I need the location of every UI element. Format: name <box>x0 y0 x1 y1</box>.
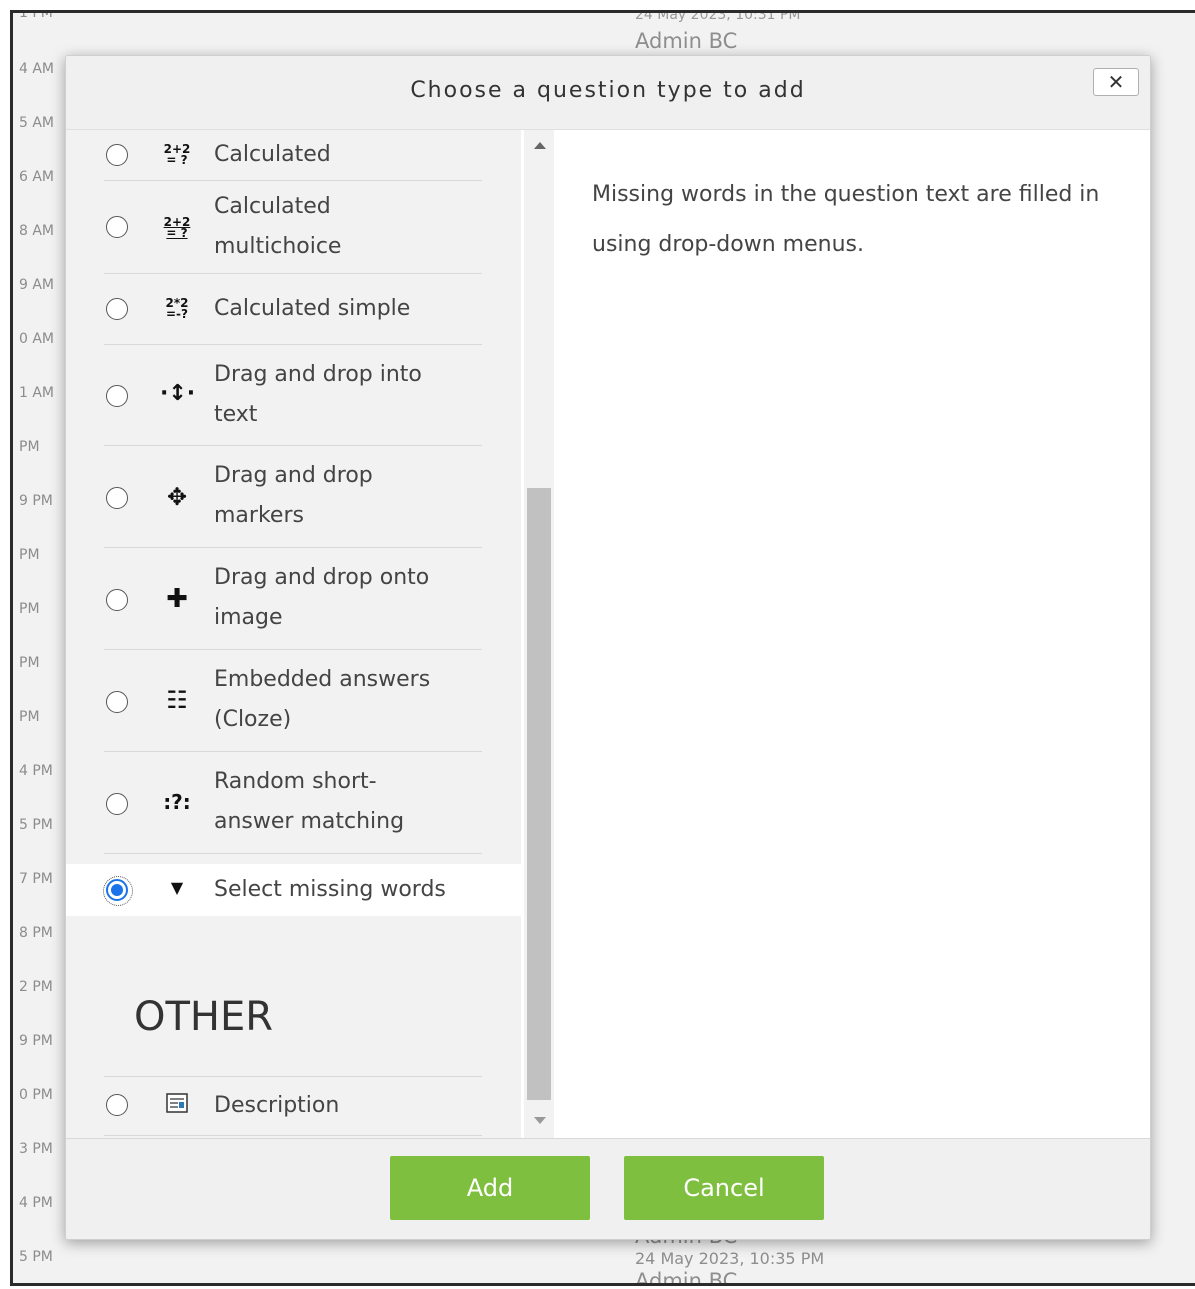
option-description[interactable]: Description <box>104 1076 482 1136</box>
drag-drop-markers-icon: ✥ <box>166 483 188 511</box>
option-label: Select missing words <box>214 877 446 902</box>
option-drag-drop-markers[interactable]: ✥ Drag and drop markers <box>104 446 482 548</box>
radio-embedded-answers[interactable] <box>106 691 128 713</box>
drag-drop-image-icon: ✚ <box>166 584 188 614</box>
screen-frame: 1 PM 4 AM 5 AM 6 AM 8 AM 9 AM 0 AM 1 AM … <box>10 10 1195 1286</box>
bg-time: 9 AM <box>19 277 55 293</box>
option-label: Random short-answer matching <box>214 769 405 834</box>
scroll-up-arrow-icon[interactable] <box>534 142 546 149</box>
description-icon-graphic <box>166 1093 188 1113</box>
option-calculated[interactable]: 2+2 = ? Calculated <box>104 130 482 181</box>
bg-time: 0 AM <box>19 331 55 347</box>
bg-time: 5 AM <box>19 115 55 131</box>
bg-time: PM <box>19 547 40 563</box>
bg-time: 4 PM <box>19 1195 53 1211</box>
option-calculated-simple[interactable]: 2*2 =-? Calculated simple <box>104 274 482 345</box>
bg-top-date: 24 May 2023, 10:31 PM <box>635 10 801 23</box>
option-embedded-answers[interactable]: ☷ Embedded answers (Cloze) <box>104 650 482 752</box>
close-icon: ✕ <box>1107 70 1125 94</box>
option-calculated-multichoice[interactable]: 2+2 = ? Calculated multichoice <box>104 181 482 274</box>
bg-time: 8 PM <box>19 925 53 941</box>
radio-drag-drop-markers[interactable] <box>106 487 128 509</box>
bg-time: 1 AM <box>19 385 55 401</box>
bg-time: 1 PM <box>19 10 53 21</box>
radio-random-short-answer[interactable] <box>106 793 128 815</box>
options-scrollbar[interactable] <box>524 130 554 1138</box>
bg-time: PM <box>19 709 40 725</box>
bg-time: 7 PM <box>19 871 53 887</box>
question-type-description: Missing words in the question text are f… <box>592 182 1100 257</box>
option-label: Calculated simple <box>214 296 411 321</box>
bg-time: 4 PM <box>19 763 53 779</box>
radio-drag-drop-image[interactable] <box>106 589 128 611</box>
dialog-footer: Add Cancel <box>66 1138 1150 1239</box>
close-button[interactable]: ✕ <box>1093 68 1139 96</box>
bg-bottom-date: 24 May 2023, 10:35 PM <box>635 1249 825 1268</box>
bg-time: 5 PM <box>19 817 53 833</box>
radio-select-missing-words[interactable] <box>103 876 133 906</box>
radio-calculated-multichoice[interactable] <box>106 216 128 238</box>
bg-time: PM <box>19 601 40 617</box>
radio-calculated-simple[interactable] <box>106 298 128 320</box>
option-label: Calculated <box>214 142 331 167</box>
option-label: Drag and drop onto image <box>214 565 430 630</box>
option-select-missing-words[interactable]: ▼ Select missing words <box>66 864 521 916</box>
option-label: Embedded answers (Cloze) <box>214 667 431 732</box>
bg-time: 0 PM <box>19 1087 53 1103</box>
option-drag-drop-image[interactable]: ✚ Drag and drop onto image <box>104 548 482 650</box>
question-type-list: 2+2 = ? Calculated 2+2 = ? Calculated multi… <box>66 130 521 1138</box>
section-heading-other: OTHER <box>134 994 274 1040</box>
scroll-thumb[interactable] <box>527 488 551 1100</box>
dialog-header: Choose a question type to add ✕ <box>66 56 1150 130</box>
bg-time: PM <box>19 439 40 455</box>
add-button[interactable]: Add <box>390 1156 590 1220</box>
embedded-answers-icon: ☷ <box>166 686 188 714</box>
option-random-short-answer[interactable]: :?: Random short-answer matching <box>104 752 482 854</box>
bg-top-name: Admin BC <box>635 29 738 53</box>
bg-time: 9 PM <box>19 1033 53 1049</box>
scroll-down-arrow-icon[interactable] <box>534 1117 546 1124</box>
dialog-title: Choose a question type to add <box>410 78 806 103</box>
bg-time: 2 PM <box>19 979 53 995</box>
radio-drag-drop-text[interactable] <box>106 385 128 407</box>
option-drag-drop-text[interactable]: ·↕· Drag and drop into text <box>104 345 482 446</box>
description-icon <box>160 1093 194 1118</box>
radio-calculated[interactable] <box>106 144 128 166</box>
bg-time: PM <box>19 655 40 671</box>
calculated-multichoice-icon: 2+2 = ? <box>163 215 191 240</box>
option-label: Calculated multichoice <box>214 194 342 259</box>
bg-bottom-name: Admin BC <box>635 1269 738 1286</box>
option-label: Drag and drop markers <box>214 463 373 528</box>
bg-time: 9 PM <box>19 493 53 509</box>
bg-time: 5 PM <box>19 1249 53 1265</box>
calculated-simple-icon: 2*2 =-? <box>165 296 189 321</box>
calculated-icon: 2+2 = ? <box>163 142 191 167</box>
bg-time: 4 AM <box>19 61 55 77</box>
question-type-description-pane: Missing words in the question text are f… <box>556 130 1150 1138</box>
radio-description[interactable] <box>106 1094 128 1116</box>
option-label: Drag and drop into text <box>214 362 422 427</box>
option-label: Description <box>214 1093 340 1118</box>
caret-down-icon: ▼ <box>170 878 184 897</box>
bg-time: 3 PM <box>19 1141 53 1157</box>
random-short-answer-icon: :?: <box>163 790 191 814</box>
bg-time: 8 AM <box>19 223 55 239</box>
question-type-dialog: Choose a question type to add ✕ 2+2 = ? C… <box>65 55 1151 1240</box>
bg-time: 6 AM <box>19 169 55 185</box>
cancel-button[interactable]: Cancel <box>624 1156 824 1220</box>
drag-drop-text-icon: ·↕· <box>160 381 196 406</box>
